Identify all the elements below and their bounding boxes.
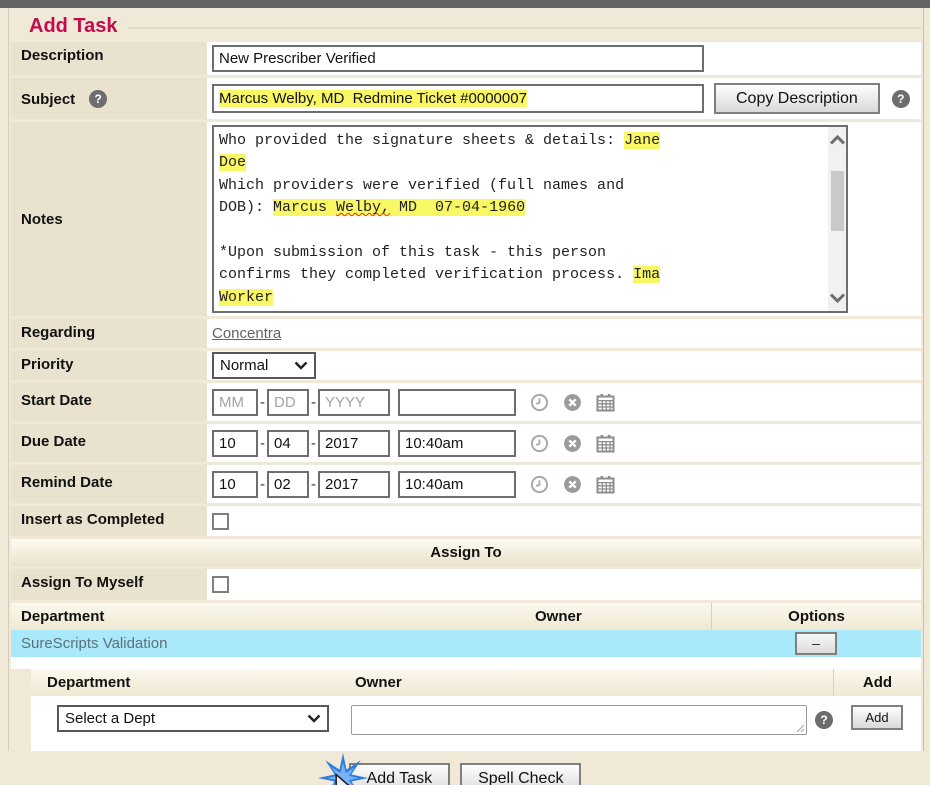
- subject-input[interactable]: Marcus Welby, MD Redmine Ticket #0000007: [212, 84, 704, 113]
- owner-input[interactable]: [351, 705, 807, 735]
- description-input[interactable]: New Prescriber Verified: [212, 45, 704, 72]
- due-year-input[interactable]: [318, 430, 390, 457]
- page-title: Add Task: [29, 15, 118, 38]
- start-time-input[interactable]: [398, 389, 516, 416]
- clear-date-icon[interactable]: [563, 393, 582, 412]
- clock-icon[interactable]: [530, 434, 549, 453]
- calendar-icon[interactable]: [596, 393, 615, 412]
- scroll-up-icon[interactable]: [828, 127, 846, 153]
- clock-icon[interactable]: [530, 393, 549, 412]
- table-row[interactable]: SureScripts Validation –: [11, 630, 921, 657]
- insert-completed-checkbox[interactable]: [212, 513, 229, 530]
- scrollbar-thumb[interactable]: [831, 171, 844, 231]
- subject-copy-help-icon[interactable]: ?: [892, 90, 910, 108]
- spell-check-button[interactable]: Spell Check: [460, 763, 581, 785]
- assigned-departments-table: Department Owner Options SureScripts Val…: [11, 603, 921, 657]
- regarding-row: Regarding Concentra: [11, 319, 921, 348]
- notes-content: Who provided the signature sheets & deta…: [219, 130, 822, 309]
- due-day-input[interactable]: [267, 430, 309, 457]
- regarding-link[interactable]: Concentra: [212, 325, 281, 342]
- start-date-label: Start Date: [11, 383, 207, 421]
- spacer: [11, 657, 921, 669]
- notes-label: Notes: [11, 122, 207, 316]
- assign-myself-label: Assign To Myself: [11, 569, 207, 600]
- priority-row: Priority Normal: [11, 351, 921, 380]
- calendar-icon[interactable]: [596, 475, 615, 494]
- scroll-down-icon[interactable]: [828, 285, 846, 311]
- remind-time-input[interactable]: [398, 471, 516, 498]
- remove-department-button[interactable]: –: [795, 632, 837, 655]
- due-date-label: Due Date: [11, 424, 207, 462]
- insert-completed-label: Insert as Completed: [11, 506, 207, 536]
- chevron-down-icon: [294, 361, 308, 370]
- window-top-bar: [0, 0, 930, 8]
- add-department-button[interactable]: Add: [851, 705, 902, 730]
- department-column-header: Department: [11, 603, 531, 630]
- copy-description-button[interactable]: Copy Description: [714, 83, 880, 114]
- options-column-header: Options: [711, 603, 921, 630]
- notes-row: Notes Who provided the signature sheets …: [11, 122, 921, 316]
- title-divider: [128, 27, 921, 29]
- start-month-input[interactable]: [212, 389, 258, 416]
- description-row: Description New Prescriber Verified: [11, 42, 921, 75]
- assign-myself-checkbox[interactable]: [212, 576, 229, 593]
- priority-label: Priority: [11, 351, 207, 380]
- assign-myself-row: Assign To Myself: [11, 569, 921, 600]
- department-select[interactable]: Select a Dept: [57, 705, 329, 732]
- start-day-input[interactable]: [267, 389, 309, 416]
- subject-label: Subject: [21, 91, 75, 108]
- insert-completed-row: Insert as Completed: [11, 506, 921, 536]
- start-date-row: Start Date - -: [11, 383, 921, 421]
- description-label: Description: [11, 42, 207, 75]
- remind-month-input[interactable]: [212, 471, 258, 498]
- start-year-input[interactable]: [318, 389, 390, 416]
- remind-year-input[interactable]: [318, 471, 390, 498]
- due-month-input[interactable]: [212, 430, 258, 457]
- regarding-label: Regarding: [11, 319, 207, 348]
- resize-grip-icon[interactable]: [796, 724, 805, 733]
- clock-icon[interactable]: [530, 475, 549, 494]
- priority-select[interactable]: Normal: [212, 352, 316, 379]
- notes-scrollbar[interactable]: [828, 127, 846, 311]
- remind-date-row: Remind Date - -: [11, 465, 921, 503]
- remind-date-label: Remind Date: [11, 465, 207, 503]
- owner-column-header: Owner: [531, 603, 711, 630]
- due-date-row: Due Date - -: [11, 424, 921, 462]
- remind-day-input[interactable]: [267, 471, 309, 498]
- notes-textarea[interactable]: Who provided the signature sheets & deta…: [212, 125, 848, 313]
- clear-date-icon[interactable]: [563, 434, 582, 453]
- due-time-input[interactable]: [398, 430, 516, 457]
- clear-date-icon[interactable]: [563, 475, 582, 494]
- subject-row: Subject ? Marcus Welby, MD Redmine Ticke…: [11, 78, 921, 119]
- add-department-column-header: Department: [31, 669, 351, 696]
- footer-actions: Add Task Spell Check: [0, 751, 930, 785]
- assigned-department-name: SureScripts Validation: [11, 635, 531, 652]
- calendar-icon[interactable]: [596, 434, 615, 453]
- add-task-button[interactable]: Add Task: [349, 763, 451, 785]
- add-department-table: Department Owner Add Select a Dept: [31, 669, 921, 751]
- assign-to-section-title: Assign To: [11, 539, 921, 566]
- subject-help-icon[interactable]: ?: [89, 90, 107, 108]
- owner-help-icon[interactable]: ?: [815, 711, 833, 729]
- chevron-down-icon: [307, 714, 321, 723]
- add-task-form: Add Task Description New Prescriber Veri…: [8, 8, 924, 751]
- add-owner-column-header: Owner: [351, 669, 833, 696]
- add-column-header: Add: [833, 669, 921, 696]
